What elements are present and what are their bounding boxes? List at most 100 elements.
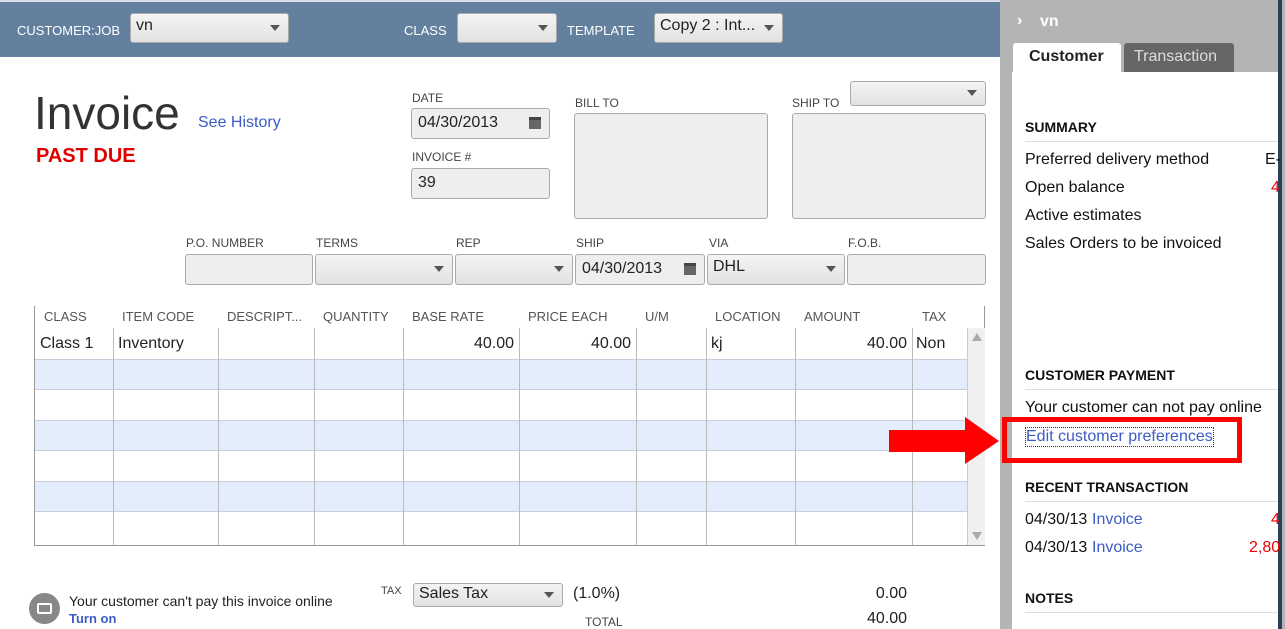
col-header[interactable]: QUANTITY [323,309,389,324]
sidebar-customer-name: vn [1040,13,1059,30]
ship-to-dropdown[interactable] [850,81,986,106]
recent-amount: 4 [1271,511,1280,528]
terms-dropdown[interactable] [315,254,453,285]
scroll-down-icon[interactable] [972,532,982,540]
summary-value: 4 [1271,179,1280,196]
cell-location[interactable]: kj [711,335,723,353]
cell-amount[interactable]: 40.00 [867,335,907,353]
tab-label: Transaction [1134,48,1217,65]
fob-field[interactable] [847,254,986,285]
table-row[interactable] [35,359,967,390]
summary-heading: SUMMARY [1025,119,1097,135]
chevron-down-icon [270,25,280,31]
payment-message: Your customer can not pay online [1025,399,1262,416]
tab-transaction[interactable]: Transaction [1124,43,1234,72]
turn-on-link[interactable]: Turn on [69,611,116,626]
rep-dropdown[interactable] [455,254,573,285]
via-dropdown[interactable]: DHL [707,254,845,285]
notes-heading: NOTES [1025,590,1074,606]
tax-rate: (1.0%) [573,585,621,602]
tax-value: Sales Tax [419,585,489,602]
tax-dropdown[interactable]: Sales Tax [413,583,563,607]
cell-price-each[interactable]: 40.00 [591,335,631,353]
recent-date: 04/30/13 [1025,511,1088,528]
highlight-box [1002,417,1242,463]
template-dropdown[interactable]: Copy 2 : Int... [654,13,783,43]
recent-invoice-link[interactable]: Invoice [1092,539,1143,557]
line-items-table[interactable]: CLASS ITEM CODE DESCRIPT... QUANTITY BAS… [34,306,985,546]
recent-date: 04/30/13 [1025,539,1088,556]
chevron-down-icon [554,266,564,272]
col-header[interactable]: AMOUNT [804,309,860,324]
total-amount: 40.00 [866,610,907,627]
table-row[interactable] [35,420,967,451]
calendar-icon[interactable] [684,263,696,275]
table-row[interactable] [35,390,967,421]
page-title: Invoice [34,87,180,139]
col-header[interactable]: PRICE EACH [528,309,607,324]
col-header[interactable]: CLASS [44,309,87,324]
tab-label: Customer [1029,48,1104,65]
invoice-number-value: 39 [418,174,436,191]
bill-to-field[interactable] [574,113,768,219]
summary-value: E- [1265,151,1281,168]
col-header[interactable]: DESCRIPT... [227,309,302,324]
ship-to-field[interactable] [792,113,986,219]
tax-amount: 0.00 [875,585,907,602]
ship-date-label: SHIP [576,236,605,250]
via-label: VIA [709,236,729,250]
credit-card-icon [29,593,60,624]
col-header[interactable]: LOCATION [715,309,781,324]
tab-customer[interactable]: Customer [1013,43,1121,73]
fob-label: F.O.B. [848,236,882,250]
date-field[interactable]: 04/30/2013 [411,108,550,139]
class-dropdown[interactable] [457,13,557,43]
po-number-field[interactable] [185,254,313,285]
col-header[interactable]: ITEM CODE [122,309,194,324]
table-row[interactable]: Class 1 Inventory 40.00 40.00 kj 40.00 N… [35,329,967,360]
cell-class[interactable]: Class 1 [40,335,93,353]
bill-to-label: BILL TO [575,96,619,110]
po-number-label: P.O. NUMBER [186,236,264,250]
recent-invoice-link[interactable]: Invoice [1092,511,1143,529]
table-row[interactable] [35,481,967,512]
date-label: DATE [412,91,444,105]
sidebar-border [1278,0,1282,629]
via-value: DHL [713,258,746,275]
summary-label: Active estimates [1025,207,1142,224]
table-row[interactable] [35,512,967,543]
recent-amount: 2,80 [1249,539,1281,556]
customer-job-label: CUSTOMER:JOB [17,23,121,38]
ship-date-value: 04/30/2013 [582,260,663,277]
chevron-down-icon [434,266,444,272]
customer-job-dropdown[interactable]: vn [130,13,289,43]
invoice-number-field[interactable]: 39 [411,168,550,199]
collapse-chevron-icon[interactable]: › [1017,12,1022,30]
status-badge: PAST DUE [36,145,136,167]
ship-date-field[interactable]: 04/30/2013 [575,254,705,285]
summary-label: Open balance [1025,179,1125,196]
red-arrow-icon [889,417,999,464]
calendar-icon[interactable] [529,117,541,129]
cell-item[interactable]: Inventory [118,335,184,353]
invoice-number-label: INVOICE # [412,150,472,164]
col-header[interactable]: TAX [922,309,946,324]
col-header[interactable]: U/M [645,309,669,324]
summary-label: Preferred delivery method [1025,151,1210,168]
ship-to-label: SHIP TO [792,96,840,110]
chevron-down-icon [538,25,548,31]
col-header[interactable]: BASE RATE [412,309,484,324]
tax-label: TAX [381,585,402,597]
date-value: 04/30/2013 [418,114,499,131]
scroll-up-icon[interactable] [972,333,982,341]
customer-payment-heading: CUSTOMER PAYMENT [1025,367,1175,383]
see-history-link[interactable]: See History [198,114,281,132]
online-payment-message: Your customer can't pay this invoice onl… [69,593,333,609]
cell-base-rate[interactable]: 40.00 [474,335,514,353]
chevron-down-icon [544,592,554,598]
class-label: CLASS [404,23,447,38]
table-row[interactable] [35,451,967,482]
total-label: TOTAL [585,615,623,629]
cell-tax[interactable]: Non [916,335,945,353]
chevron-down-icon [826,266,836,272]
